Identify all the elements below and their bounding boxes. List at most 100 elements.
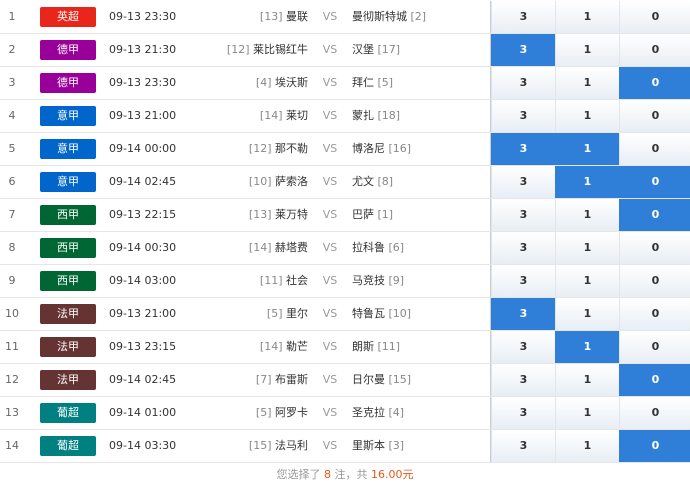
odds-draw-button[interactable]: 1 <box>555 100 619 132</box>
home-rank: [14] <box>248 241 272 254</box>
odds-win-button[interactable]: 3 <box>491 133 555 165</box>
row-number: 6 <box>8 175 16 188</box>
away-rank: [6] <box>388 241 405 254</box>
odds-win-button[interactable]: 3 <box>491 34 555 66</box>
odds-loss-button[interactable]: 0 <box>619 331 690 363</box>
odds-loss-button[interactable]: 0 <box>619 232 690 264</box>
odds-draw-button[interactable]: 1 <box>555 298 619 330</box>
odds-win-button[interactable]: 3 <box>491 298 555 330</box>
row-number: 14 <box>5 439 19 452</box>
away-team-name: 日尔曼 <box>352 373 385 386</box>
match-time: 09-13 21:00 <box>109 109 177 122</box>
away-rank: [8] <box>377 175 394 188</box>
odds-loss-button[interactable]: 0 <box>619 364 690 396</box>
odds-draw-button[interactable]: 1 <box>555 1 619 33</box>
home-team: [13] 莱万特 <box>220 199 308 231</box>
home-rank: [12] <box>226 43 250 56</box>
odds-win-button[interactable]: 3 <box>491 397 555 429</box>
home-team: [13] 曼联 <box>220 1 308 33</box>
odds-loss-button[interactable]: 0 <box>619 397 690 429</box>
home-team-name: 埃沃斯 <box>275 76 308 89</box>
odds-loss-button[interactable]: 0 <box>619 67 690 99</box>
row-number: 13 <box>5 406 19 419</box>
table-row: 12 法甲 09-14 02:45 [7] 布雷斯 VS 日尔曼 [15] 3 1 0 <box>0 364 690 397</box>
home-rank: [13] <box>259 10 283 23</box>
row-number: 12 <box>5 373 19 386</box>
league-badge: 葡超 <box>40 436 96 456</box>
away-team: 博洛尼 [16] <box>352 133 482 165</box>
row-number: 7 <box>8 208 16 221</box>
odds-win-button[interactable]: 3 <box>491 232 555 264</box>
odds-draw-button[interactable]: 1 <box>555 232 619 264</box>
row-number: 4 <box>8 109 16 122</box>
odds-loss-button[interactable]: 0 <box>619 1 690 33</box>
league-badge: 德甲 <box>40 40 96 60</box>
home-team: [12] 莱比锡红牛 <box>220 34 308 66</box>
home-rank: [5] <box>266 307 283 320</box>
odds-loss-button[interactable]: 0 <box>619 430 690 462</box>
odds-draw-button[interactable]: 1 <box>555 133 619 165</box>
home-rank: [14] <box>259 109 283 122</box>
vs-label: VS <box>322 175 338 188</box>
home-team: [7] 布雷斯 <box>220 364 308 396</box>
away-team: 马竞技 [9] <box>352 265 482 297</box>
away-team: 尤文 [8] <box>352 166 482 198</box>
odds-draw-button[interactable]: 1 <box>555 34 619 66</box>
odds-win-button[interactable]: 3 <box>491 1 555 33</box>
away-rank: [11] <box>377 340 401 353</box>
home-rank: [10] <box>248 175 272 188</box>
table-row: 9 西甲 09-14 03:00 [11] 社会 VS 马竞技 [9] 3 1 0 <box>0 265 690 298</box>
odds-loss-button[interactable]: 0 <box>619 34 690 66</box>
away-team: 日尔曼 [15] <box>352 364 482 396</box>
odds-loss-button[interactable]: 0 <box>619 298 690 330</box>
odds-draw-button[interactable]: 1 <box>555 67 619 99</box>
match-time: 09-13 23:15 <box>109 340 177 353</box>
odds-loss-button[interactable]: 0 <box>619 265 690 297</box>
home-team-name: 萨索洛 <box>275 175 308 188</box>
vs-label: VS <box>322 142 338 155</box>
odds-draw-button[interactable]: 1 <box>555 265 619 297</box>
match-time: 09-13 22:15 <box>109 208 177 221</box>
odds-win-button[interactable]: 3 <box>491 331 555 363</box>
odds-draw-button[interactable]: 1 <box>555 331 619 363</box>
table-row: 8 西甲 09-14 00:30 [14] 赫塔费 VS 拉科鲁 [6] 3 1 0 <box>0 232 690 265</box>
odds-loss-button[interactable]: 0 <box>619 166 690 198</box>
away-team-name: 圣克拉 <box>352 406 385 419</box>
odds-draw-button[interactable]: 1 <box>555 199 619 231</box>
odds-draw-button[interactable]: 1 <box>555 364 619 396</box>
home-team: [12] 那不勒 <box>220 133 308 165</box>
odds-win-button[interactable]: 3 <box>491 100 555 132</box>
odds-draw-button[interactable]: 1 <box>555 397 619 429</box>
odds-draw-button[interactable]: 1 <box>555 166 619 198</box>
away-team-name: 博洛尼 <box>352 142 385 155</box>
odds-win-button[interactable]: 3 <box>491 199 555 231</box>
row-number: 8 <box>8 241 16 254</box>
match-time: 09-13 21:00 <box>109 307 177 320</box>
home-team-name: 莱切 <box>286 109 308 122</box>
odds-win-button[interactable]: 3 <box>491 67 555 99</box>
odds-win-button[interactable]: 3 <box>491 166 555 198</box>
home-team-name: 勒芒 <box>286 340 308 353</box>
table-row: 5 意甲 09-14 00:00 [12] 那不勒 VS 博洛尼 [16] 3 1 0 <box>0 133 690 166</box>
league-badge: 法甲 <box>40 304 96 324</box>
odds-loss-button[interactable]: 0 <box>619 133 690 165</box>
vs-label: VS <box>322 109 338 122</box>
home-rank: [15] <box>248 439 272 452</box>
vs-label: VS <box>322 274 338 287</box>
table-row: 13 葡超 09-14 01:00 [5] 阿罗卡 VS 圣克拉 [4] 3 1 0 <box>0 397 690 430</box>
odds-win-button[interactable]: 3 <box>491 364 555 396</box>
vs-label: VS <box>322 439 338 452</box>
odds-win-button[interactable]: 3 <box>491 265 555 297</box>
match-time: 09-14 03:30 <box>109 439 177 452</box>
odds-loss-button[interactable]: 0 <box>619 100 690 132</box>
league-badge: 英超 <box>40 7 96 27</box>
away-rank: [3] <box>388 439 405 452</box>
away-team-name: 拉科鲁 <box>352 241 385 254</box>
away-rank: [2] <box>410 10 427 23</box>
odds-draw-button[interactable]: 1 <box>555 430 619 462</box>
away-team-name: 拜仁 <box>352 76 374 89</box>
vs-label: VS <box>322 76 338 89</box>
odds-win-button[interactable]: 3 <box>491 430 555 462</box>
away-team: 拉科鲁 [6] <box>352 232 482 264</box>
odds-loss-button[interactable]: 0 <box>619 199 690 231</box>
